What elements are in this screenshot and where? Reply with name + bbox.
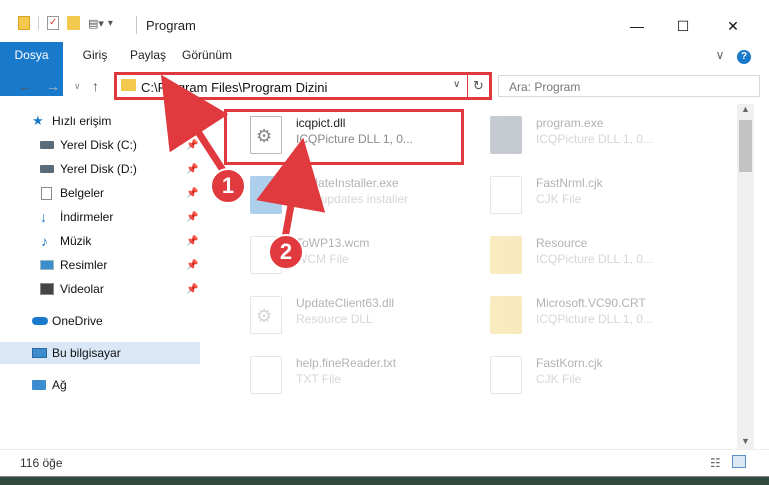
arrow-2 xyxy=(256,137,326,239)
arrow-1 xyxy=(160,74,231,180)
step-badge-2: 2 xyxy=(268,234,304,270)
step-badge-1: 1 xyxy=(210,168,246,204)
annotation-arrows xyxy=(160,74,326,239)
